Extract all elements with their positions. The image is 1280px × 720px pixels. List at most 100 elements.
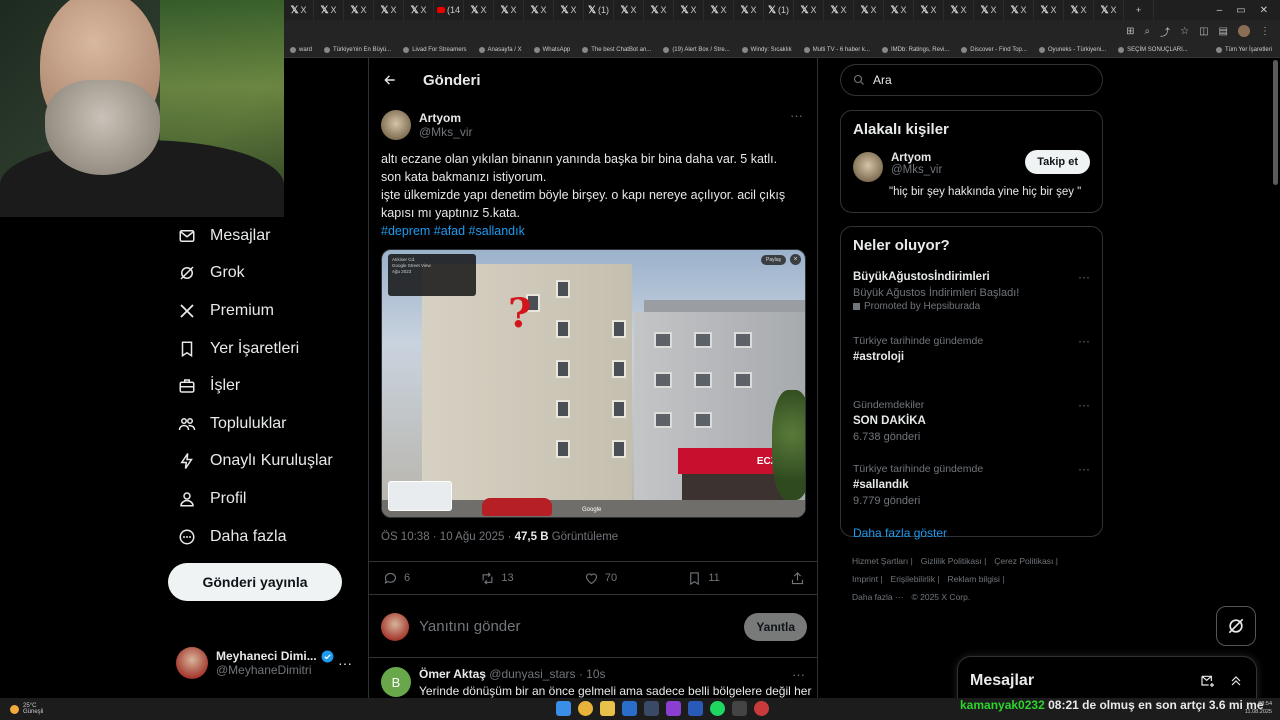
- folder-icon[interactable]: [600, 701, 615, 716]
- browser-tab[interactable]: 𝕏X: [704, 0, 734, 20]
- footer-link[interactable]: Erişilebilirlik |: [891, 574, 940, 584]
- trend-item[interactable]: Gündemdekiler SON DAKİKA 6.738 gönderi ···: [841, 392, 1102, 456]
- spotify-icon[interactable]: [710, 701, 725, 716]
- bookmark-item[interactable]: Livad For Streamers: [397, 46, 472, 53]
- browser-tab[interactable]: 𝕏X: [674, 0, 704, 20]
- browser-tab[interactable]: 𝕏X: [944, 0, 974, 20]
- browser-tab[interactable]: 𝕏X: [404, 0, 434, 20]
- nav-item-briefcase[interactable]: İşler: [168, 367, 358, 405]
- browser-tab[interactable]: 𝕏X: [644, 0, 674, 20]
- share-action[interactable]: [790, 571, 805, 586]
- browser-tab[interactable]: 𝕏X: [464, 0, 494, 20]
- nav-item-person[interactable]: Profil: [168, 480, 358, 518]
- browser-tab[interactable]: 𝕏X: [344, 0, 374, 20]
- browser-menu-icon[interactable]: ⋮: [1260, 26, 1270, 37]
- browser-tab[interactable]: 𝕏 (1): [764, 0, 794, 20]
- comment-more-icon[interactable]: ···: [792, 667, 805, 682]
- bookmark-item[interactable]: IMDb: Ratings, Revi...: [876, 46, 955, 53]
- repost-action[interactable]: 13: [480, 571, 514, 586]
- bookmark-item[interactable]: Multi TV - 6 haber k...: [798, 46, 876, 53]
- browser-tab[interactable]: 𝕏X: [374, 0, 404, 20]
- bookmark-item[interactable]: Oyuneks - Türkiyeni...: [1033, 46, 1112, 53]
- bookmark-item[interactable]: Anasayfa / X: [473, 46, 528, 53]
- post-time[interactable]: ÖS 10:38 · 10 Ağu 2025 ·: [381, 531, 515, 543]
- browser-tab[interactable]: 𝕏X: [554, 0, 584, 20]
- author-avatar[interactable]: [381, 110, 411, 140]
- browser-tab[interactable]: (14: [434, 0, 464, 20]
- commenter-name[interactable]: Ömer Aktaş: [419, 667, 486, 681]
- app-icon[interactable]: [622, 701, 637, 716]
- footer-link[interactable]: Daha fazla ···: [852, 592, 904, 602]
- trend-more-icon[interactable]: ···: [1078, 398, 1090, 412]
- bookmark-item[interactable]: ward: [284, 46, 318, 53]
- sidepanel-icon[interactable]: ▤: [1219, 26, 1228, 37]
- bookmark-item[interactable]: Windy: Sıcaklık: [736, 46, 798, 53]
- browser-profile-avatar[interactable]: [1238, 25, 1250, 37]
- follow-button[interactable]: Takip et: [1025, 150, 1090, 174]
- new-tab-button[interactable]: +: [1124, 0, 1154, 20]
- trend-item[interactable]: BüyükAğustosİndirimleri Büyük Ağustos İnd…: [841, 264, 1102, 328]
- trend-more-icon[interactable]: ···: [1078, 462, 1090, 476]
- post-button[interactable]: Gönderi yayınla: [168, 563, 342, 601]
- footer-link[interactable]: Imprint |: [852, 574, 883, 584]
- browser-tab[interactable]: 𝕏X: [1064, 0, 1094, 20]
- reply-input[interactable]: Yanıtını gönder: [419, 618, 734, 635]
- trend-more-icon[interactable]: ···: [1078, 334, 1090, 348]
- footer-link[interactable]: Hizmet Şartları |: [852, 556, 913, 566]
- show-more-link[interactable]: Daha fazla göster: [841, 520, 1102, 552]
- chrome-icon[interactable]: [578, 701, 593, 716]
- nav-item-more-circle[interactable]: Daha fazla: [168, 518, 358, 556]
- post-more-icon[interactable]: ···: [790, 108, 803, 123]
- reply-action[interactable]: 6: [383, 571, 410, 586]
- nav-item-mail[interactable]: Mesajlar: [168, 217, 358, 255]
- browser-tab[interactable]: 𝕏X: [494, 0, 524, 20]
- commenter-handle[interactable]: @dunyasi_stars · 10s: [489, 667, 605, 681]
- minimize-icon[interactable]: –: [1217, 5, 1223, 16]
- grok-button[interactable]: [1216, 606, 1256, 646]
- back-arrow-icon[interactable]: [383, 73, 397, 87]
- star-bookmark-icon[interactable]: ☆: [1180, 26, 1189, 37]
- bookmark-action[interactable]: 11: [687, 571, 720, 586]
- nav-item-grok[interactable]: Grok: [168, 255, 358, 293]
- browser-tab[interactable]: 𝕏X: [1034, 0, 1064, 20]
- app-icon[interactable]: [732, 701, 747, 716]
- trend-item[interactable]: Türkiye tarihinde gündemde #astroloji ···: [841, 328, 1102, 392]
- bookmark-item[interactable]: Türkiye'nin En Büyü...: [318, 46, 397, 53]
- app-icon[interactable]: [754, 701, 769, 716]
- search-input[interactable]: Ara: [873, 73, 892, 87]
- post-hashtags[interactable]: #deprem #afad #sallandık: [381, 222, 807, 240]
- browser-tab[interactable]: 𝕏X: [314, 0, 344, 20]
- related-person[interactable]: Artyom @Mks_vir Takip et: [841, 148, 1102, 186]
- related-handle[interactable]: @Mks_vir: [891, 164, 942, 176]
- bookmark-item[interactable]: (19) Alert Box / Stre...: [657, 46, 735, 53]
- footer-link[interactable]: Gizlilik Politikası |: [921, 556, 987, 566]
- browser-tab[interactable]: 𝕏X: [884, 0, 914, 20]
- commenter-avatar[interactable]: B: [381, 667, 411, 697]
- like-action[interactable]: 70: [584, 571, 617, 586]
- twitch-icon[interactable]: [666, 701, 681, 716]
- browser-tab[interactable]: 𝕏 (1): [584, 0, 614, 20]
- browser-tab[interactable]: 𝕏X: [524, 0, 554, 20]
- reply-button[interactable]: Yanıtla: [744, 612, 807, 641]
- browser-tab[interactable]: 𝕏X: [854, 0, 884, 20]
- post-image[interactable]: ECZANE ? Atıkiser Cd. Google Street View…: [381, 249, 806, 518]
- weather-widget[interactable]: 25°C Güneşli: [0, 703, 43, 715]
- footer-link[interactable]: © 2025 X Corp.: [912, 592, 971, 602]
- author-name[interactable]: Artyom: [419, 111, 473, 125]
- browser-tab[interactable]: 𝕏X: [734, 0, 764, 20]
- extension-icon[interactable]: ⊞: [1126, 26, 1134, 37]
- trend-more-icon[interactable]: ···: [1078, 270, 1090, 284]
- bookmark-item[interactable]: The best ChatBot an...: [576, 46, 657, 53]
- all-bookmarks[interactable]: Tüm Yer İşaretleri: [1210, 46, 1280, 53]
- account-more-icon[interactable]: ···: [338, 655, 352, 671]
- maximize-icon[interactable]: ▭: [1236, 5, 1245, 16]
- bookmark-item[interactable]: SEÇİM SONUÇLARI...: [1112, 46, 1194, 53]
- browser-tab[interactable]: 𝕏X: [914, 0, 944, 20]
- browser-tab[interactable]: 𝕏X: [1094, 0, 1124, 20]
- footer-link[interactable]: Reklam bilgisi |: [948, 574, 1005, 584]
- steam-icon[interactable]: [644, 701, 659, 716]
- related-avatar[interactable]: [853, 152, 883, 182]
- page-scrollbar[interactable]: [1273, 60, 1278, 185]
- new-message-icon[interactable]: [1200, 673, 1216, 689]
- reply-item[interactable]: B Ömer Aktaş @dunyasi_stars · 10s Yerind…: [381, 667, 811, 698]
